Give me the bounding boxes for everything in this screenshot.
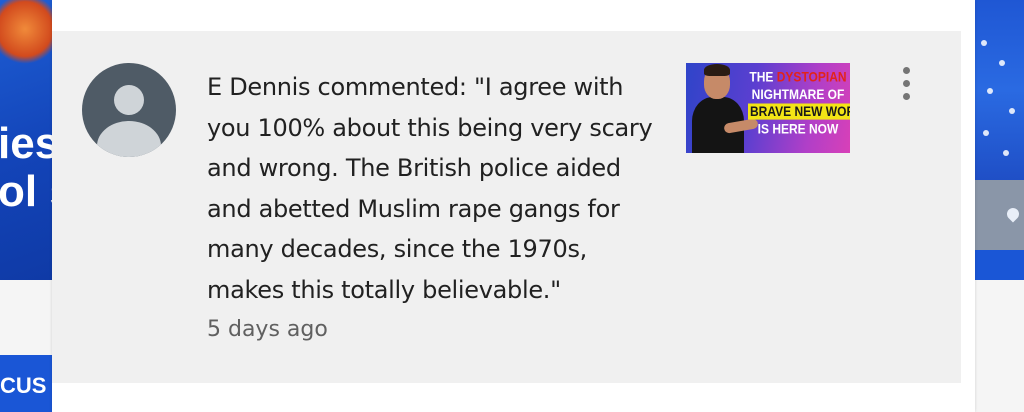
thumbnail-title-line3: BRAVE NEW WORLD <box>748 103 850 120</box>
notifications-popup: E Dennis commented: "I agree with you 10… <box>52 0 975 412</box>
background-glow <box>0 0 52 64</box>
notification-item[interactable]: E Dennis commented: "I agree with you 10… <box>52 31 961 383</box>
avatar-head <box>114 85 144 115</box>
background-panel <box>0 280 52 355</box>
background-banner-right <box>975 250 1024 280</box>
background-page-left: ies ol s <box>0 0 52 280</box>
more-vert-icon[interactable] <box>890 67 922 107</box>
background-banner: CUS <box>0 355 52 412</box>
thumbnail-title-line1: THE <box>749 69 777 86</box>
thumbnail-person-hair <box>704 64 730 76</box>
background-banner-text: CUS <box>0 373 47 398</box>
video-thumbnail[interactable]: THE DYSTOPIAN NIGHTMARE OF BRAVE NEW WOR… <box>686 63 850 153</box>
thumbnail-title-line4: IS HERE NOW <box>757 120 839 137</box>
background-text: ies ol s <box>0 120 52 216</box>
thumbnail-title-highlight: DYSTOPIAN <box>776 69 847 86</box>
thumbnail-title: THE DYSTOPIAN NIGHTMARE OF BRAVE NEW WOR… <box>748 69 850 138</box>
notification-timestamp: 5 days ago <box>207 317 328 342</box>
avatar-shoulders <box>97 121 161 157</box>
thumbnail-title-line2: NIGHTMARE OF <box>751 86 845 103</box>
notification-message: E Dennis commented: "I agree with you 10… <box>207 73 653 304</box>
avatar[interactable] <box>82 63 176 157</box>
background-page-right <box>975 0 1024 180</box>
drop-icon <box>1004 205 1022 223</box>
background-panel-right <box>975 280 1024 412</box>
background-image-tile <box>975 180 1024 250</box>
